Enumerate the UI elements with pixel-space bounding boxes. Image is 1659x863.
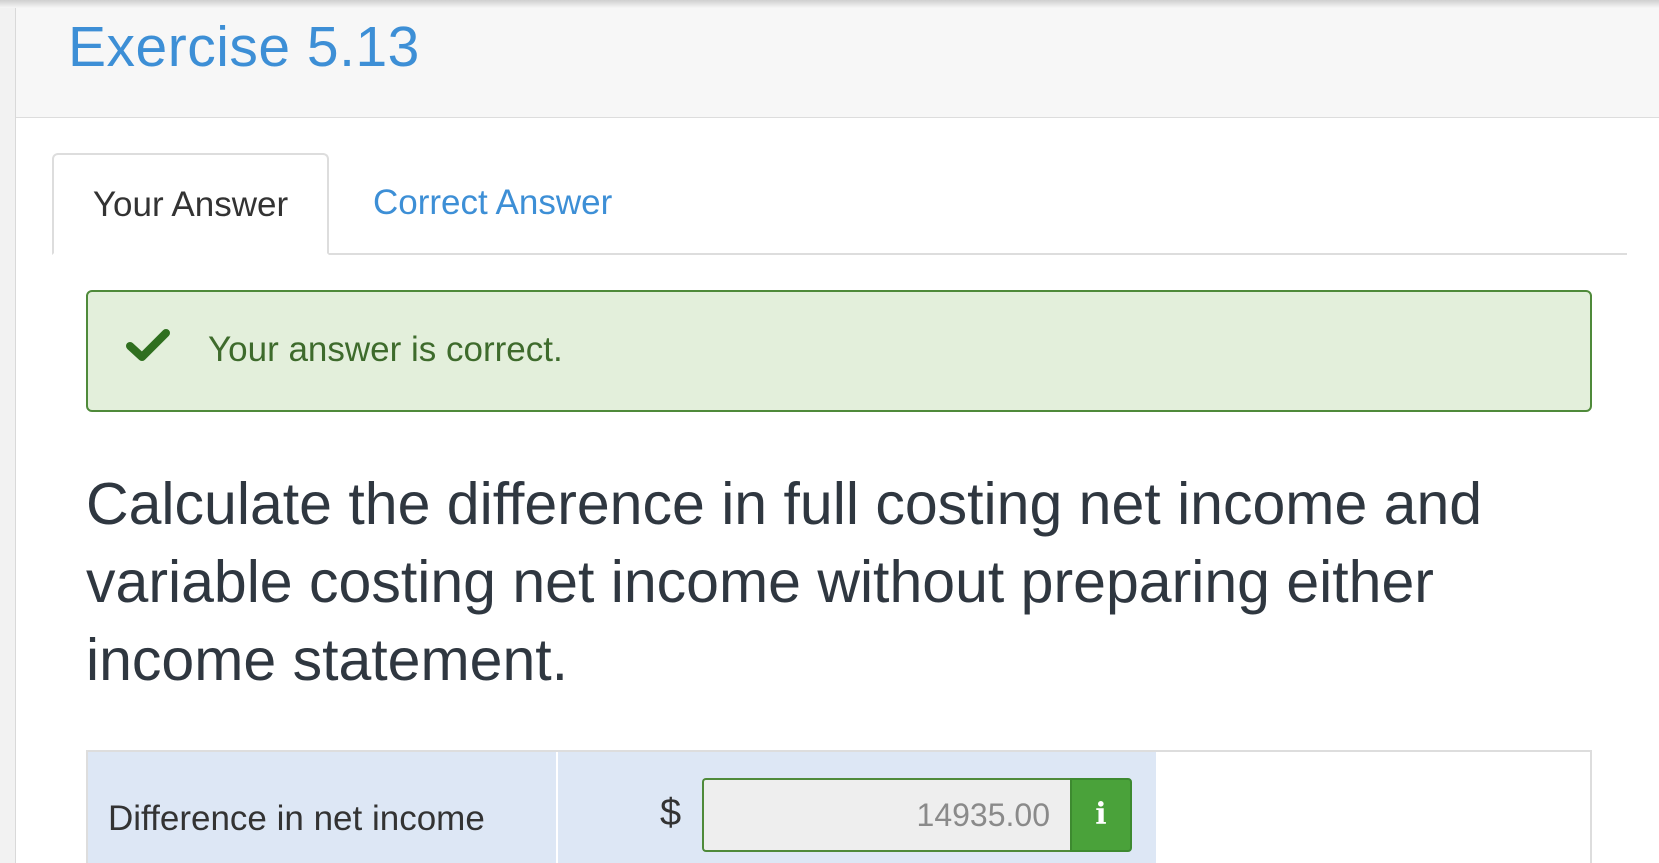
- info-icon[interactable]: i: [1070, 778, 1132, 852]
- exercise-header: Exercise 5.13: [16, 8, 1659, 118]
- exercise-title: Exercise 5.13: [68, 15, 420, 79]
- tab-correct-answer[interactable]: Correct Answer: [373, 153, 612, 252]
- answer-input-cell: $ i: [556, 752, 1156, 863]
- answer-tabs: Your Answer Correct Answer: [52, 153, 1627, 255]
- answer-row-label-cell: Difference in net income: [88, 752, 556, 863]
- alert-message: Your answer is correct.: [208, 330, 563, 369]
- page: Exercise 5.13 Your Answer Correct Answer…: [0, 0, 1659, 863]
- question-text: Calculate the difference in full costing…: [86, 471, 1483, 693]
- difference-net-income-input[interactable]: [702, 778, 1070, 852]
- answer-table: Difference in net income $ i: [86, 750, 1592, 863]
- correct-answer-alert: Your answer is correct.: [86, 290, 1592, 412]
- answer-row-label: Difference in net income: [108, 799, 485, 838]
- top-edge-shadow: [0, 0, 1659, 8]
- left-rail: [0, 8, 16, 863]
- currency-symbol: $: [660, 792, 682, 834]
- check-icon: [126, 329, 170, 361]
- tab-your-answer[interactable]: Your Answer: [52, 153, 329, 255]
